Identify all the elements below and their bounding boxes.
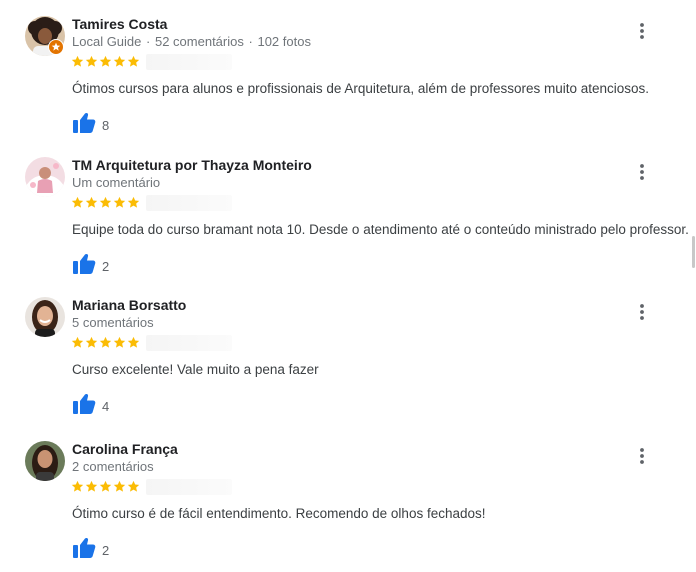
- more-options-button[interactable]: [632, 161, 652, 183]
- like-count: 2: [102, 258, 110, 274]
- star-icon: [113, 336, 126, 348]
- review-date-placeholder: [146, 479, 232, 495]
- like-button[interactable]: 2: [72, 253, 109, 280]
- meta-separator: ·: [146, 34, 151, 49]
- reviewer-name[interactable]: Carolina França: [72, 441, 178, 457]
- meta-separator: ·: [248, 34, 253, 49]
- like-count: 8: [102, 117, 110, 133]
- star-icon: [113, 196, 126, 208]
- more-vertical-icon: [640, 23, 644, 39]
- review-date-placeholder: [146, 54, 232, 70]
- review-text: Curso excelente! Vale muito a pena fazer: [72, 362, 319, 377]
- reviewer-name[interactable]: Tamires Costa: [72, 16, 167, 32]
- scrollbar-thumb[interactable]: [692, 236, 695, 268]
- star-icon: [113, 55, 126, 67]
- star-icon: [127, 336, 140, 348]
- reviewer-meta: Um comentário: [72, 175, 160, 191]
- review-date-placeholder: [146, 195, 232, 211]
- star-rating: [71, 336, 140, 350]
- thumbs-up-icon: [72, 393, 96, 420]
- reviewer-name[interactable]: Mariana Borsatto: [72, 297, 186, 313]
- like-count: 2: [102, 542, 110, 558]
- more-vertical-icon: [640, 164, 644, 180]
- star-icon: [85, 55, 98, 67]
- star-icon: [85, 336, 98, 348]
- thumbs-up-icon: [72, 253, 96, 280]
- reviewer-name[interactable]: TM Arquitetura por Thayza Monteiro: [72, 157, 312, 173]
- review-date-placeholder: [146, 335, 232, 351]
- reviews-count: 2 comentários: [72, 459, 154, 474]
- review-text: Ótimo curso é de fácil entendimento. Rec…: [72, 506, 486, 521]
- star-icon: [85, 480, 98, 492]
- thumbs-up-icon: [72, 112, 96, 139]
- star-icon: [127, 55, 140, 67]
- like-count: 4: [102, 398, 110, 414]
- more-vertical-icon: [640, 304, 644, 320]
- more-options-button[interactable]: [632, 20, 652, 42]
- more-options-button[interactable]: [632, 301, 652, 323]
- reviews-count: 52 comentários: [154, 34, 244, 49]
- more-vertical-icon: [640, 448, 644, 464]
- local-guide-badge-icon: [48, 39, 64, 55]
- star-icon: [127, 480, 140, 492]
- local-guide-label: Local Guide: [72, 34, 142, 49]
- reviewer-meta: 2 comentários: [72, 459, 154, 475]
- reviewer-avatar[interactable]: [25, 297, 65, 337]
- like-button[interactable]: 8: [72, 112, 109, 139]
- star-rating: [71, 55, 140, 69]
- star-icon: [71, 55, 84, 67]
- star-icon: [85, 196, 98, 208]
- reviewer-avatar[interactable]: [25, 441, 65, 481]
- star-icon: [99, 55, 112, 67]
- star-icon: [71, 480, 84, 492]
- star-icon: [71, 196, 84, 208]
- star-icon: [113, 480, 126, 492]
- star-icon: [99, 480, 112, 492]
- photos-count: 102 fotos: [257, 34, 311, 49]
- thumbs-up-icon: [72, 537, 96, 564]
- reviewer-meta: 5 comentários: [72, 315, 154, 331]
- star-rating: [71, 480, 140, 494]
- review-text: Ótimos cursos para alunos e profissionai…: [72, 81, 650, 96]
- reviews-count: 5 comentários: [72, 315, 154, 330]
- like-button[interactable]: 4: [72, 393, 109, 420]
- star-rating: [71, 196, 140, 210]
- review-text: Equipe toda do curso bramant nota 10. De…: [72, 222, 689, 237]
- star-icon: [99, 196, 112, 208]
- reviews-count: Um comentário: [72, 175, 161, 190]
- star-icon: [99, 336, 112, 348]
- star-icon: [71, 336, 84, 348]
- reviewer-meta: Local Guide · 52 comentários · 102 fotos: [72, 34, 311, 50]
- star-icon: [127, 196, 140, 208]
- more-options-button[interactable]: [632, 445, 652, 467]
- like-button[interactable]: 2: [72, 537, 109, 564]
- reviewer-avatar[interactable]: [25, 157, 65, 197]
